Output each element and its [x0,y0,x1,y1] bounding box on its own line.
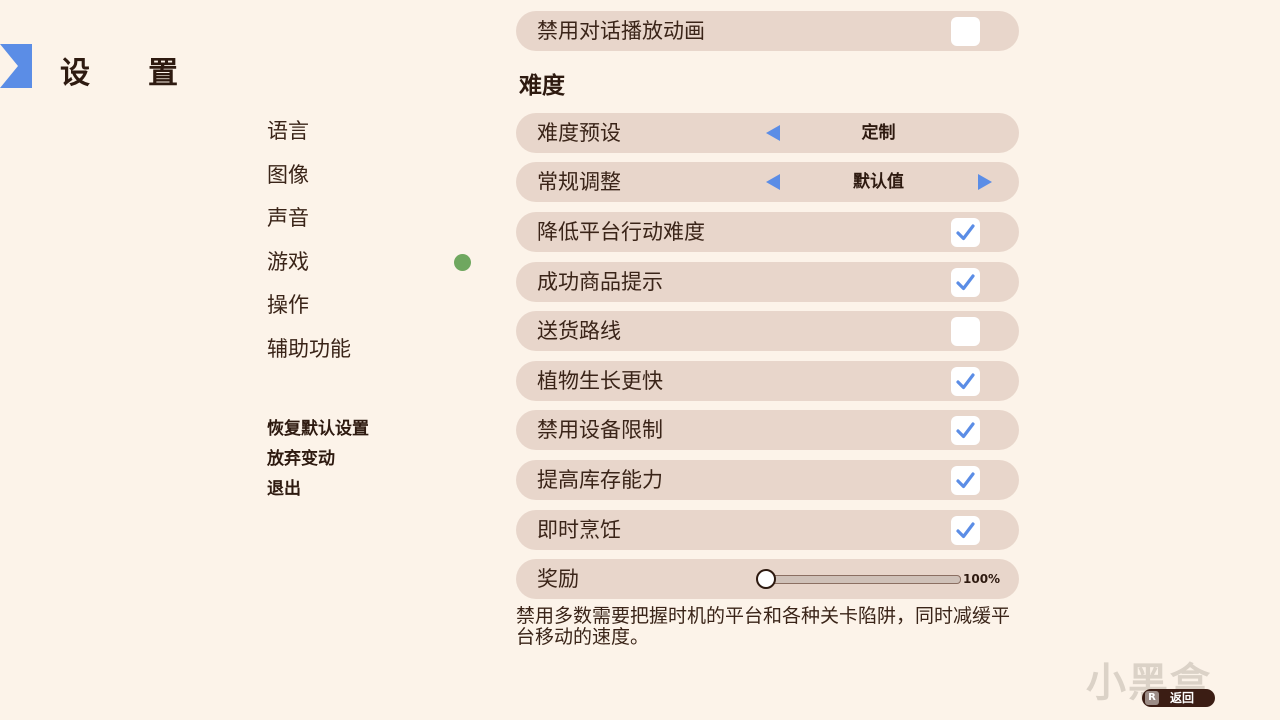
nav-item-game[interactable]: 游戏 [267,247,477,291]
checkmark-icon [956,224,975,241]
back-button[interactable]: R 返回 [1142,689,1215,707]
page-title: 设置 [60,56,236,91]
back-label: 返回 [1170,691,1195,705]
discard-changes-button[interactable]: 放弃变动 [267,446,369,476]
row-label: 常规调整 [537,170,621,194]
nav-item-label: 语言 [267,119,309,143]
nav-item-graphics[interactable]: 图像 [267,160,477,204]
row-label: 降低平台行动难度 [537,220,705,244]
arrow-left-icon[interactable] [766,174,780,190]
checkbox[interactable] [951,515,980,545]
nav-item-accessibility[interactable]: 辅助功能 [267,334,477,378]
settings-nav: 语言 图像 声音 游戏 操作 辅助功能 [267,116,477,377]
selector-row-general-adjust: 常规调整 默认值 [516,162,1019,202]
toggle-row[interactable]: 即时烹饪 [516,509,1019,550]
checkmark-icon [956,373,975,389]
toggle-row[interactable]: 成功商品提示 [516,261,1019,302]
slider-value: 100% [963,572,1001,586]
arrow-left-icon[interactable] [766,125,780,141]
selector-row-difficulty-preset: 难度预设 定制 [516,113,1019,153]
nav-item-language[interactable]: 语言 [267,116,477,160]
checkbox[interactable] [951,366,980,396]
back-flag-icon [0,44,32,88]
checkbox[interactable] [951,317,980,347]
row-label: 难度预设 [537,121,621,145]
nav-item-controls[interactable]: 操作 [267,290,477,334]
toggle-row[interactable]: 送货路线 [516,311,1019,352]
checkmark-icon [956,521,975,538]
checkbox[interactable] [951,218,980,247]
slider-handle[interactable] [756,569,776,589]
row-label: 禁用设备限制 [537,418,663,443]
row-label: 奖励 [537,567,579,591]
section-title-difficulty: 难度 [519,73,565,99]
row-label: 提高库存能力 [537,468,663,492]
setting-description: 禁用多数需要把握时机的平台和各种关卡陷阱，同时减缓平台移动的速度。 [516,605,1011,648]
nav-actions: 恢复默认设置 放弃变动 退出 [267,416,369,506]
button-key-icon: R [1145,691,1159,705]
row-label: 即时烹饪 [537,517,621,542]
checkbox[interactable] [951,416,980,446]
checkmark-icon [956,273,975,290]
toggle-row[interactable]: 植物生长更快 [516,360,1019,401]
checkbox[interactable] [951,267,980,297]
nav-item-label: 游戏 [267,249,309,274]
nav-item-sound[interactable]: 声音 [267,203,477,247]
selector-value: 默认值 [853,172,904,192]
arrow-right-icon[interactable] [978,174,992,190]
selector-value: 定制 [861,123,896,143]
restore-defaults-button[interactable]: 恢复默认设置 [267,416,369,446]
nav-item-label: 操作 [267,293,309,317]
nav-item-label: 辅助功能 [267,336,351,361]
row-label: 成功商品提示 [537,269,663,294]
nav-item-label: 声音 [267,206,309,230]
slider-row-reward: 奖励 100% [516,559,1019,599]
toggle-row[interactable]: 禁用设备限制 [516,410,1019,451]
row-label: 禁用对话播放动画 [537,19,705,43]
checkmark-icon [956,422,975,439]
row-label: 送货路线 [537,319,621,344]
toggle-row[interactable]: 降低平台行动难度 [516,212,1019,252]
row-label: 植物生长更快 [537,368,663,393]
checkbox[interactable] [951,17,980,46]
checkbox[interactable] [951,466,980,495]
toggle-row-disable-dialogue-animation[interactable]: 禁用对话播放动画 [516,11,1019,51]
active-indicator-icon [454,253,471,271]
settings-screen: 设置 语言 图像 声音 游戏 操作 辅助功能 恢复默认设置 放弃变动 退出 禁用… [0,0,1280,720]
exit-button[interactable]: 退出 [267,476,369,506]
toggle-row[interactable]: 提高库存能力 [516,460,1019,500]
slider-track[interactable] [766,575,961,584]
nav-item-label: 图像 [267,162,309,187]
checkmark-icon [956,472,975,489]
